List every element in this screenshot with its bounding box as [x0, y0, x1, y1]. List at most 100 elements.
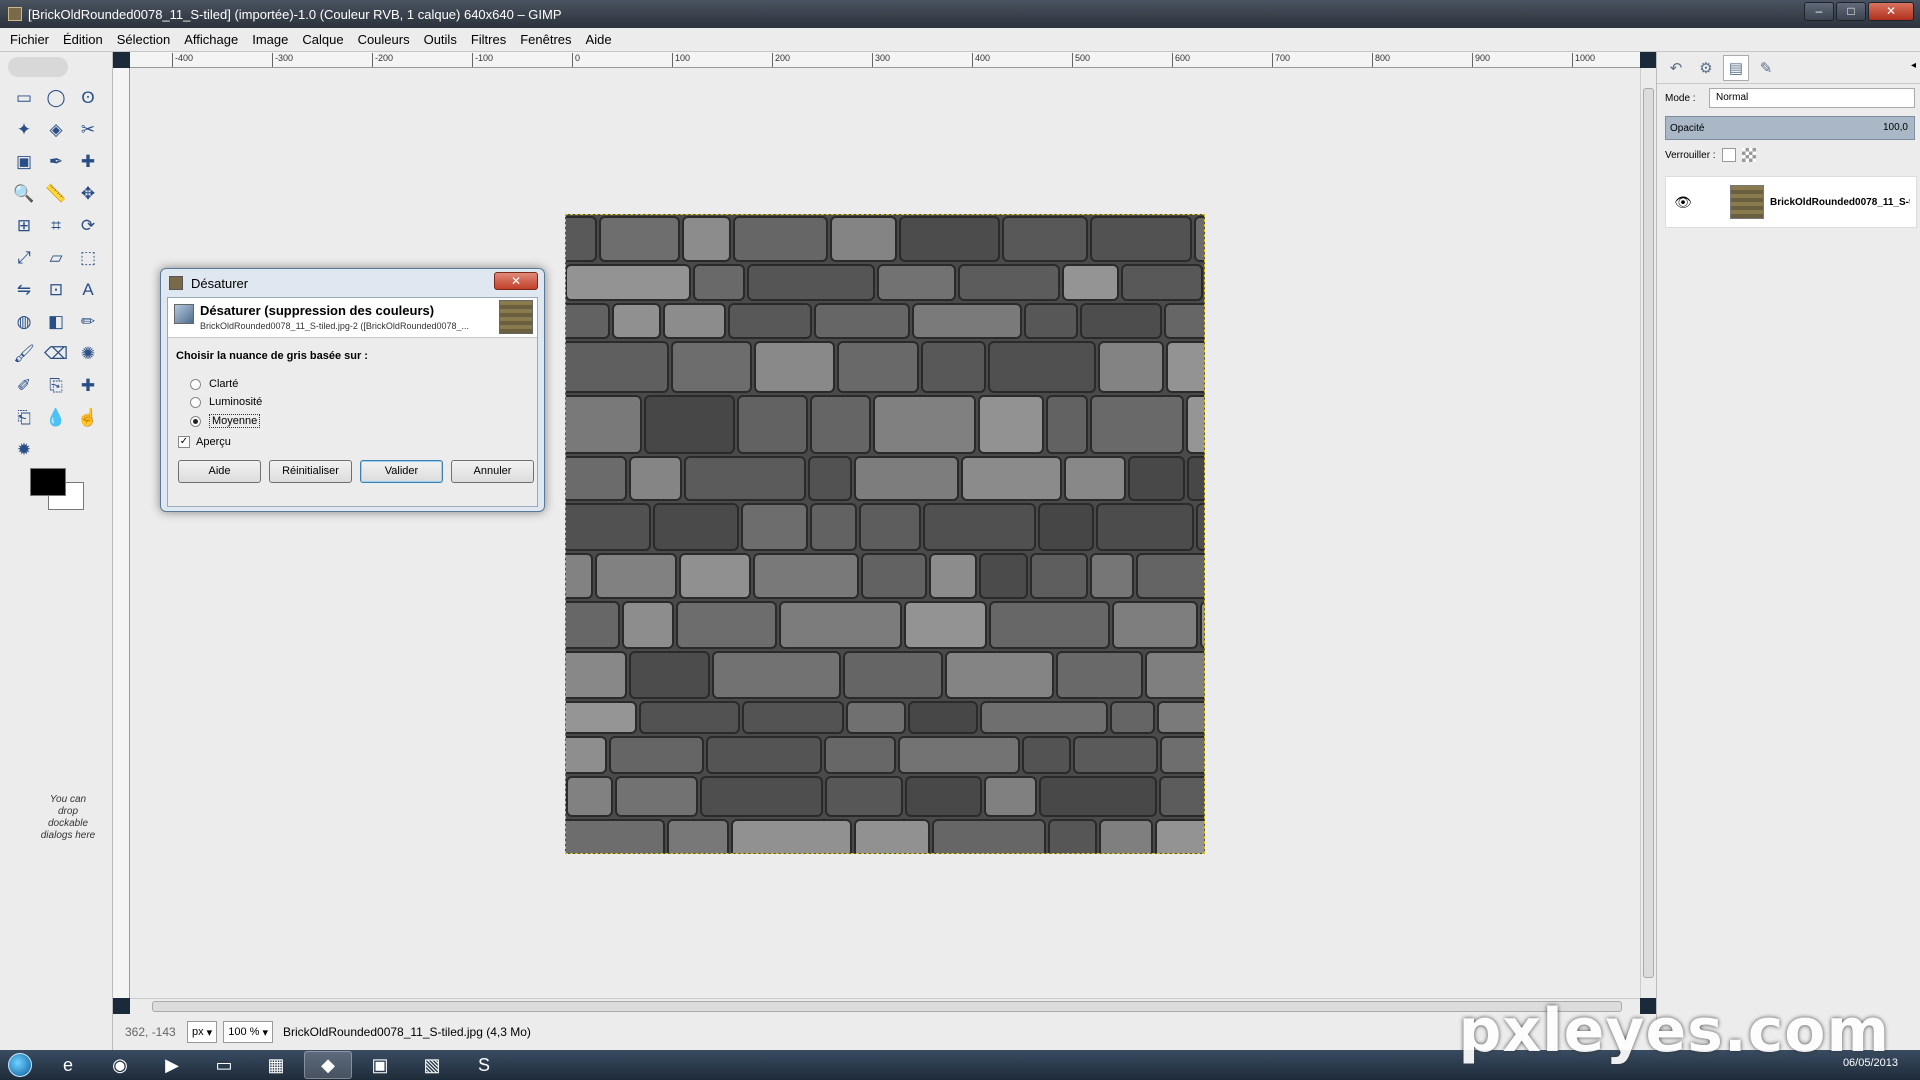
dialog-close-button[interactable]: ✕	[494, 272, 538, 290]
radio-clarte[interactable]: Clarté	[190, 378, 238, 390]
dodge-burn-tool-icon[interactable]: ✹	[10, 438, 38, 462]
perspective-clone-tool-icon[interactable]: ⎗	[10, 406, 38, 430]
radio-button[interactable]	[190, 396, 201, 408]
menu-outils[interactable]: Outils	[424, 32, 457, 47]
scissors-select-tool-icon[interactable]: ✂	[74, 118, 102, 142]
blur-tool-icon[interactable]: 💧	[42, 406, 70, 430]
explorer-taskbar-icon[interactable]: ▭	[200, 1051, 248, 1079]
maximize-button[interactable]: □	[1836, 2, 1866, 21]
zoom-tool-icon[interactable]: 🔍	[10, 182, 38, 206]
ok-button[interactable]: Valider	[360, 460, 443, 483]
flip-tool-icon[interactable]: ⇋	[10, 278, 38, 302]
fg-bg-colors[interactable]	[28, 466, 88, 512]
horizontal-scroll-thumb[interactable]	[152, 1001, 1622, 1012]
ink-tool-icon[interactable]: ✐	[10, 374, 38, 398]
paths-tool-icon[interactable]: ✒	[42, 150, 70, 174]
horizontal-ruler[interactable]: -400 -300 -200 -100 0 100 200 300 400 500 600 700 80…	[130, 52, 1640, 68]
text-tool-icon[interactable]: A	[74, 278, 102, 302]
blend-tool-icon[interactable]: ◧	[42, 310, 70, 334]
minimize-button[interactable]: –	[1804, 2, 1834, 21]
foreground-color-swatch[interactable]	[30, 468, 66, 496]
color-picker-tool-icon[interactable]: ✚	[74, 150, 102, 174]
scale-tool-icon[interactable]: ⤢	[10, 246, 38, 270]
airbrush-tool-icon[interactable]: ✺	[74, 342, 102, 366]
radio-button[interactable]	[190, 378, 201, 390]
sw-taskbar-icon[interactable]: S	[460, 1051, 508, 1079]
bucket-fill-tool-icon[interactable]: ◍	[10, 310, 38, 334]
layer-name[interactable]: BrickOldRounded0078_11_S-tiled.jpg	[1770, 197, 1910, 208]
perspective-tool-icon[interactable]: ⬚	[74, 246, 102, 270]
rotate-tool-icon[interactable]: ⟳	[74, 214, 102, 238]
free-select-tool-icon[interactable]: ʘ	[74, 86, 102, 110]
radio-label[interactable]: Moyenne	[209, 414, 261, 428]
dock-menu-icon[interactable]: ◂	[1911, 60, 1916, 71]
brushes-tab-icon[interactable]: ✎	[1753, 55, 1779, 81]
image-canvas[interactable]	[565, 214, 1205, 854]
layers-tab-icon[interactable]: ▤	[1723, 54, 1749, 81]
ie-taskbar-icon[interactable]: e	[44, 1051, 92, 1079]
dialog-titlebar[interactable]: Désaturer	[161, 269, 544, 297]
lock-pixels-icon[interactable]	[1721, 148, 1736, 162]
radio-luminosite[interactable]: Luminosité	[190, 396, 262, 408]
menu-aide[interactable]: Aide	[586, 32, 612, 47]
gimp-taskbar-icon[interactable]: ◆	[304, 1051, 352, 1079]
radio-button-selected[interactable]	[190, 415, 201, 427]
zoom-select[interactable]: 100 % ▾	[223, 1021, 273, 1043]
clone-tool-icon[interactable]: ⎘	[42, 374, 70, 398]
shear-tool-icon[interactable]: ▱	[42, 246, 70, 270]
radio-label[interactable]: Clarté	[209, 378, 238, 390]
tool-options-tab-icon[interactable]: ⚙	[1693, 55, 1719, 81]
ellipse-select-tool-icon[interactable]: ◯	[42, 86, 70, 110]
unit-select[interactable]: px ▾	[187, 1021, 218, 1043]
heal-tool-icon[interactable]: ✚	[74, 374, 102, 398]
menu-fichier[interactable]: Fichier	[10, 32, 49, 47]
measure-tool-icon[interactable]: 📏	[42, 182, 70, 206]
horizontal-scrollbar[interactable]	[130, 998, 1640, 1014]
firefox-taskbar-icon[interactable]: ◉	[96, 1051, 144, 1079]
lock-alpha-icon[interactable]	[1741, 148, 1756, 162]
menu-fenetres[interactable]: Fenêtres	[520, 32, 571, 47]
foreground-select-tool-icon[interactable]: ▣	[10, 150, 38, 174]
start-button[interactable]	[0, 1050, 40, 1080]
mode-select[interactable]: Normal	[1709, 88, 1915, 108]
help-button[interactable]: Aide	[178, 460, 261, 483]
media-player-taskbar-icon[interactable]: ▶	[148, 1051, 196, 1079]
color-select-tool-icon[interactable]: ◈	[42, 118, 70, 142]
align-tool-icon[interactable]: ⊞	[10, 214, 38, 238]
vertical-ruler[interactable]	[113, 68, 130, 998]
folder-taskbar-icon[interactable]: ▧	[408, 1051, 456, 1079]
undo-history-tab-icon[interactable]: ↶	[1663, 55, 1689, 81]
menu-image[interactable]: Image	[252, 32, 288, 47]
eraser-tool-icon[interactable]: ⌫	[42, 342, 70, 366]
radio-label[interactable]: Luminosité	[209, 396, 262, 408]
calculator-taskbar-icon[interactable]: ▦	[252, 1051, 300, 1079]
fuzzy-select-tool-icon[interactable]: ✦	[10, 118, 38, 142]
preview-checkbox[interactable]: ✓ Aperçu	[178, 436, 231, 448]
smudge-tool-icon[interactable]: ☝	[74, 406, 102, 430]
paintbrush-tool-icon[interactable]: 🖌	[10, 342, 38, 366]
menu-edition[interactable]: Édition	[63, 32, 103, 47]
menu-couleurs[interactable]: Couleurs	[358, 32, 410, 47]
vertical-scroll-thumb[interactable]	[1643, 88, 1654, 978]
reset-button[interactable]: Réinitialiser	[269, 460, 352, 483]
cancel-button[interactable]: Annuler	[451, 460, 534, 483]
app-taskbar-icon[interactable]: ▣	[356, 1051, 404, 1079]
radio-moyenne[interactable]: Moyenne	[190, 414, 261, 428]
close-window-button[interactable]: ✕	[1868, 2, 1914, 21]
pencil-tool-icon[interactable]: ✏	[74, 310, 102, 334]
cage-tool-icon[interactable]: ⊡	[42, 278, 70, 302]
menu-filtres[interactable]: Filtres	[471, 32, 506, 47]
vertical-scrollbar[interactable]	[1640, 68, 1656, 998]
checkbox-checked-icon[interactable]: ✓	[178, 436, 190, 448]
move-tool-icon[interactable]: ✥	[74, 182, 102, 206]
menu-affichage[interactable]: Affichage	[184, 32, 238, 47]
rectangle-select-tool-icon[interactable]: ▭	[10, 86, 38, 110]
menu-selection[interactable]: Sélection	[117, 32, 170, 47]
layer-item[interactable]: 👁 BrickOldRounded0078_11_S-tiled.jpg	[1665, 176, 1917, 228]
opacity-slider[interactable]: Opacité 100,0	[1665, 116, 1915, 140]
crop-tool-icon[interactable]: ⌗	[42, 214, 70, 238]
preview-label[interactable]: Aperçu	[196, 436, 231, 448]
eye-visibility-icon[interactable]: 👁	[1672, 194, 1694, 211]
menu-calque[interactable]: Calque	[302, 32, 343, 47]
stone-block	[1186, 395, 1204, 454]
